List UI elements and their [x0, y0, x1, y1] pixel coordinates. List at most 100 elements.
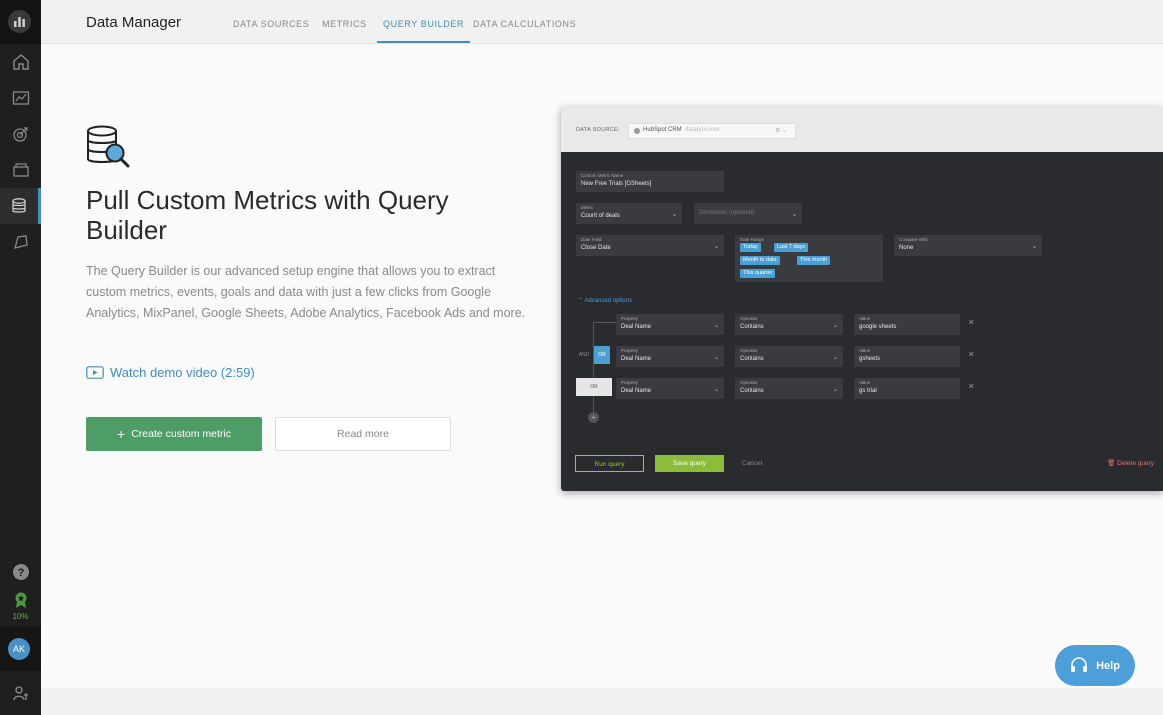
date-range-chip: Last 7 days	[774, 243, 809, 252]
data-source-label: DATA SOURCE:	[576, 127, 620, 133]
progress-percent: 10%	[12, 612, 29, 621]
sidebar: ? 10% AK	[0, 0, 41, 715]
date-range-label: Date Range	[740, 237, 765, 242]
watch-demo-link[interactable]: Watch demo video (2:59)	[86, 365, 255, 380]
data-source-select: HubSpot CRM databox.com ⚙ ⌄	[628, 123, 796, 139]
sidebar-item-home[interactable]	[0, 44, 41, 80]
filter-value-label: Value	[859, 316, 871, 321]
filter-operator-label: Operator	[740, 316, 758, 321]
chevron-down-icon: ⌄	[713, 355, 719, 361]
advanced-options-label: Advanced options	[584, 298, 633, 304]
page-title: Data Manager	[86, 14, 182, 31]
filter-tree-branch	[593, 322, 616, 323]
cancel-button: Cancel	[742, 460, 763, 467]
filter-operator-value: Contains	[740, 356, 764, 362]
chevron-down-icon: ⌄	[832, 355, 838, 361]
home-icon	[12, 54, 29, 70]
tab-query-builder[interactable]: QUERY BUILDER	[377, 19, 470, 43]
filter-property-value: Deal Name	[621, 324, 652, 330]
chevron-down-icon: ⚙ ⌄	[775, 128, 788, 134]
date-range-chip: This month	[797, 256, 831, 265]
play-video-icon	[86, 366, 104, 379]
filter-tree-line	[593, 322, 594, 422]
date-range-field: Date Range Today Last 7 days Month to da…	[735, 235, 883, 282]
date-range-chip: Today	[740, 243, 761, 252]
filter-operator-field: Operator Contains ⌄	[735, 314, 843, 335]
svg-text:?: ?	[17, 567, 24, 579]
filter-value-field: Value gs trial	[854, 378, 960, 399]
tab-metrics[interactable]: METRICS	[322, 19, 367, 43]
filter-operator-field: Operator Contains ⌄	[735, 378, 843, 399]
filter-value-field: Value gsheets	[854, 346, 960, 367]
read-more-button[interactable]: Read more	[275, 417, 451, 451]
compare-with-field: Compare With None ⌄	[894, 235, 1042, 256]
metric-name-label: Custom Metric Name	[581, 173, 624, 178]
chevron-down-icon: ⌄	[671, 212, 677, 218]
filter-value-label: Value	[859, 380, 871, 385]
top-bar: Data Manager DATA SOURCES METRICS QUERY …	[41, 0, 1163, 44]
plus-icon: +	[117, 426, 126, 442]
save-query-button: Save query	[655, 455, 724, 472]
filter-property-field: Property Deal Name ⌄	[616, 346, 724, 367]
create-custom-metric-button[interactable]: + Create custom metric	[86, 417, 262, 451]
logic-or-toggle: OR	[594, 346, 610, 364]
compare-value: None	[899, 245, 914, 251]
tab-data-calculations[interactable]: DATA CALCULATIONS	[473, 19, 576, 43]
sidebar-item-goals[interactable]	[0, 116, 41, 152]
sidebar-item-progress[interactable]	[0, 588, 41, 612]
remove-filter-icon: ✕	[968, 318, 975, 327]
date-field-value: Close Date	[581, 245, 611, 251]
chevron-down-icon: ⌄	[832, 387, 838, 393]
sidebar-item-account[interactable]	[0, 675, 41, 711]
run-query-button: Run query	[575, 455, 644, 472]
chevron-down-icon: ⌄	[832, 323, 838, 329]
sidebar-item-connections[interactable]	[0, 152, 41, 188]
logic-or-button: OR	[576, 378, 612, 396]
metric-name-value: New Free Trials [GSheets]	[581, 181, 652, 187]
filter-value-field: Value google sheets	[854, 314, 960, 335]
sidebar-item-dashboards[interactable]	[0, 80, 41, 116]
user-settings-icon	[12, 686, 28, 701]
award-ribbon-icon	[15, 592, 26, 608]
filter-operator-label: Operator	[740, 348, 758, 353]
sidebar-item-alerts[interactable]	[0, 224, 41, 260]
chevron-down-icon: ⌄	[713, 244, 719, 250]
alerts-icon	[13, 235, 28, 249]
date-range-chip: This quarter	[740, 269, 776, 278]
help-label: Help	[1096, 659, 1120, 672]
filter-value: gs trial	[859, 388, 877, 394]
filter-property-value: Deal Name	[621, 356, 652, 362]
compare-label: Compare With	[899, 237, 928, 242]
date-range-chip: Month to date	[740, 256, 780, 265]
user-menu[interactable]: AK	[0, 627, 41, 671]
remove-filter-icon: ✕	[968, 350, 975, 359]
tab-data-sources[interactable]: DATA SOURCES	[233, 19, 309, 43]
filter-property-label: Property	[621, 316, 639, 321]
goals-icon	[12, 127, 28, 142]
chevron-down-icon: ⌄	[713, 323, 719, 329]
sidebar-item-help[interactable]: ?	[0, 554, 41, 590]
hero-description: The Query Builder is our advanced setup …	[86, 264, 526, 320]
date-field-label: Date Field	[581, 237, 602, 242]
hero-title: Pull Custom Metrics with Query Builder	[86, 185, 449, 245]
filter-value-label: Value	[859, 348, 871, 353]
logo-bars-icon	[14, 17, 25, 27]
avatar[interactable]: AK	[8, 638, 30, 660]
sidebar-item-data-manager[interactable]	[0, 188, 41, 224]
footer-band	[41, 688, 1163, 715]
delete-query-button: 🗑 Delete query	[1107, 460, 1154, 467]
help-button[interactable]: Help	[1055, 645, 1135, 686]
database-search-icon	[87, 125, 130, 168]
filter-value: google sheets	[859, 324, 897, 330]
watch-demo-label: Watch demo video (2:59)	[110, 365, 255, 380]
date-field: Date Field Close Date ⌄	[576, 235, 724, 256]
filter-property-field: Property Deal Name ⌄	[616, 378, 724, 399]
headset-icon	[1071, 656, 1088, 672]
metric-label: Metric	[581, 205, 594, 210]
app-logo[interactable]	[0, 0, 41, 44]
filter-operator-label: Operator	[740, 380, 758, 385]
add-filter-icon: +	[588, 412, 599, 423]
filter-property-label: Property	[621, 380, 639, 385]
create-custom-metric-label: Create custom metric	[131, 428, 231, 440]
filter-operator-value: Contains	[740, 388, 764, 394]
